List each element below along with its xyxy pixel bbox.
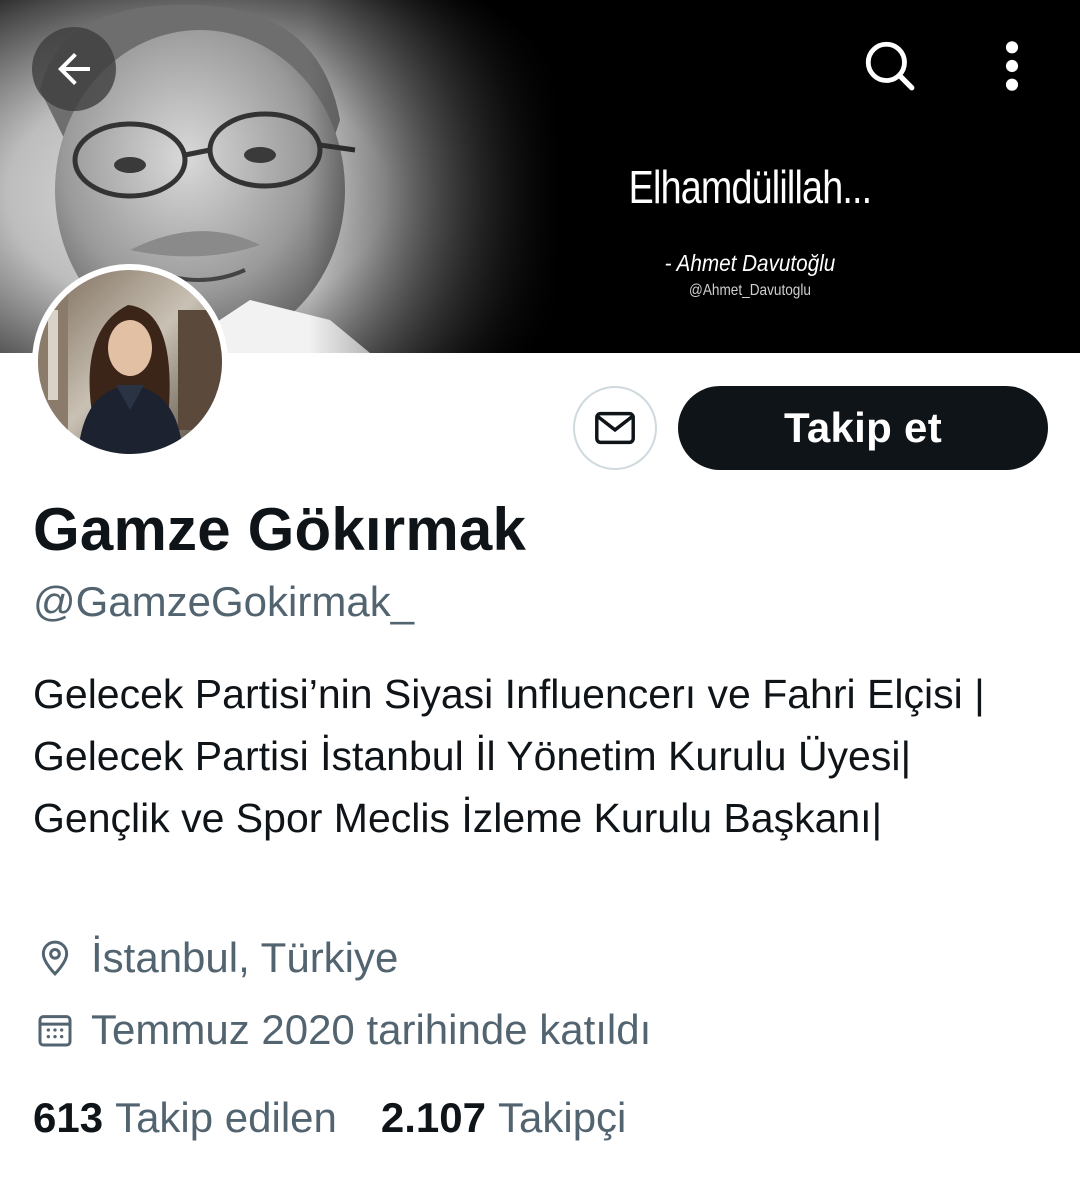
followers-label: Takipçi — [498, 1094, 627, 1141]
banner-quote-handle: @Ahmet_Davutoglu — [689, 282, 811, 299]
location-pin-icon — [33, 936, 77, 980]
avatar[interactable] — [32, 264, 228, 460]
followers-link[interactable]: 2.107 Takipçi — [381, 1094, 627, 1142]
followers-count: 2.107 — [380, 1094, 486, 1141]
profile-joined-date: Temmuz 2020 tarihinde katıldı — [33, 1006, 651, 1054]
avatar-photo — [38, 270, 222, 454]
envelope-icon — [595, 411, 635, 445]
profile-location: İstanbul, Türkiye — [33, 934, 398, 982]
message-button[interactable] — [573, 386, 657, 470]
back-button[interactable] — [32, 27, 116, 111]
banner-quote-author: - Ahmet Davutoğlu — [664, 250, 836, 276]
arrow-left-icon — [58, 53, 90, 85]
following-count: 613 — [33, 1094, 104, 1141]
profile-name: Gamze Gökırmak — [33, 496, 527, 563]
follow-stats: 613 Takip edilen 2.107 Takipçi — [33, 1094, 670, 1142]
following-link[interactable]: 613 Takip edilen — [33, 1094, 337, 1142]
more-options-button[interactable] — [980, 28, 1044, 104]
search-button[interactable] — [852, 28, 928, 104]
following-label: Takip edilen — [115, 1094, 337, 1141]
search-icon — [865, 41, 915, 91]
calendar-icon — [33, 1008, 77, 1052]
profile-bio: Gelecek Partisi’nin Siyasi Influencerı v… — [33, 671, 985, 841]
joined-text: Temmuz 2020 tarihinde katıldı — [91, 1006, 652, 1053]
banner-quote: Elhamdülillah... — [628, 161, 872, 213]
profile-handle: @GamzeGokirmak_ — [33, 578, 415, 625]
more-vertical-icon — [1005, 41, 1019, 91]
location-text: İstanbul, Türkiye — [91, 934, 399, 981]
follow-button[interactable]: Takip et — [678, 386, 1048, 470]
